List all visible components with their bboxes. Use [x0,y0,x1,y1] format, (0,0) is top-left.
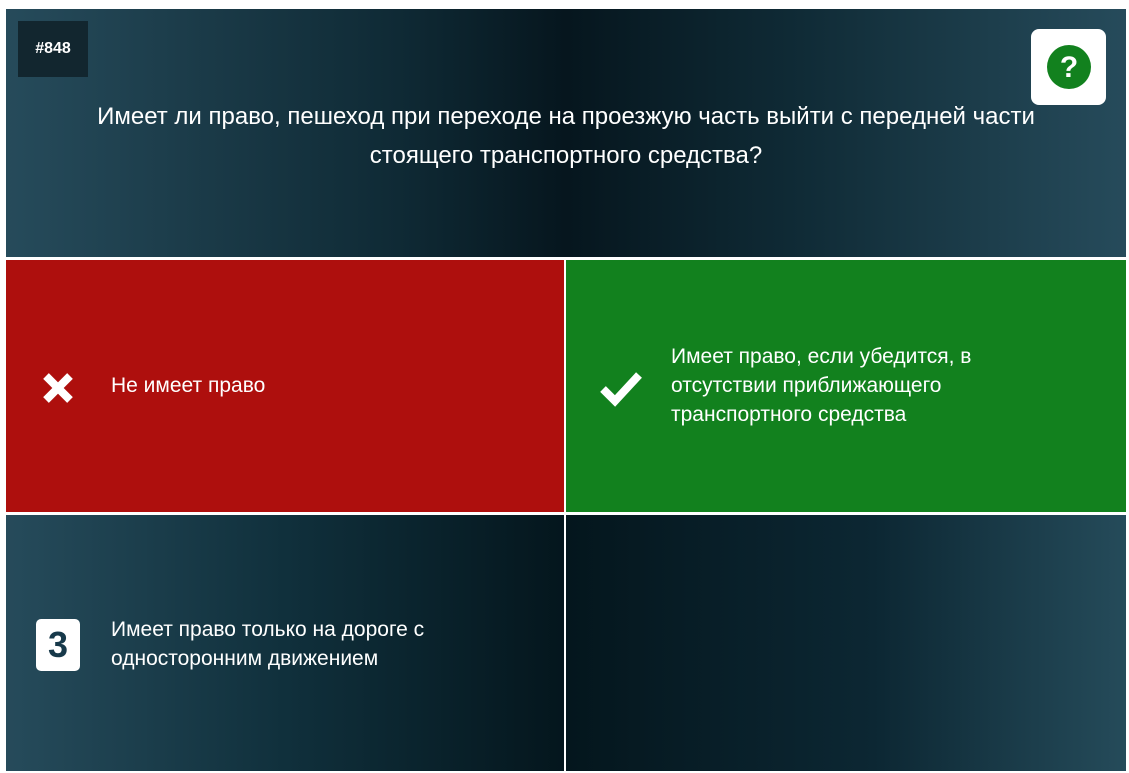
answer-option-2[interactable]: Имеет право, если убедится, в отсутствии… [566,260,1126,512]
cross-icon [40,370,76,406]
question-number: #848 [18,21,88,77]
answer-label: Имеет право только на дороге с односторо… [111,618,425,670]
answer-option-3[interactable]: 3 Имеет право только на дороге с односто… [6,515,564,771]
answer-number-badge: 3 [36,619,80,671]
svg-text:?: ? [1059,51,1077,84]
question-circle-icon: ? [1046,45,1091,89]
answer-label: Не имеет право [111,374,266,397]
answer-option-1[interactable]: Не имеет право [6,260,564,512]
empty-answer-slot [566,515,1126,771]
question-header: #848 ? Имеет ли право, пешеход при перех… [6,9,1126,257]
help-button[interactable]: ? [1031,29,1106,105]
answer-number: 3 [36,619,80,671]
quiz-app: #848 ? Имеет ли право, пешеход при перех… [6,9,1126,771]
question-text: Имеет ли право, пешеход при переходе на … [97,103,1035,169]
answer-label: Имеет право, если убедится, в отсутствии… [671,345,972,426]
check-icon [599,368,643,408]
